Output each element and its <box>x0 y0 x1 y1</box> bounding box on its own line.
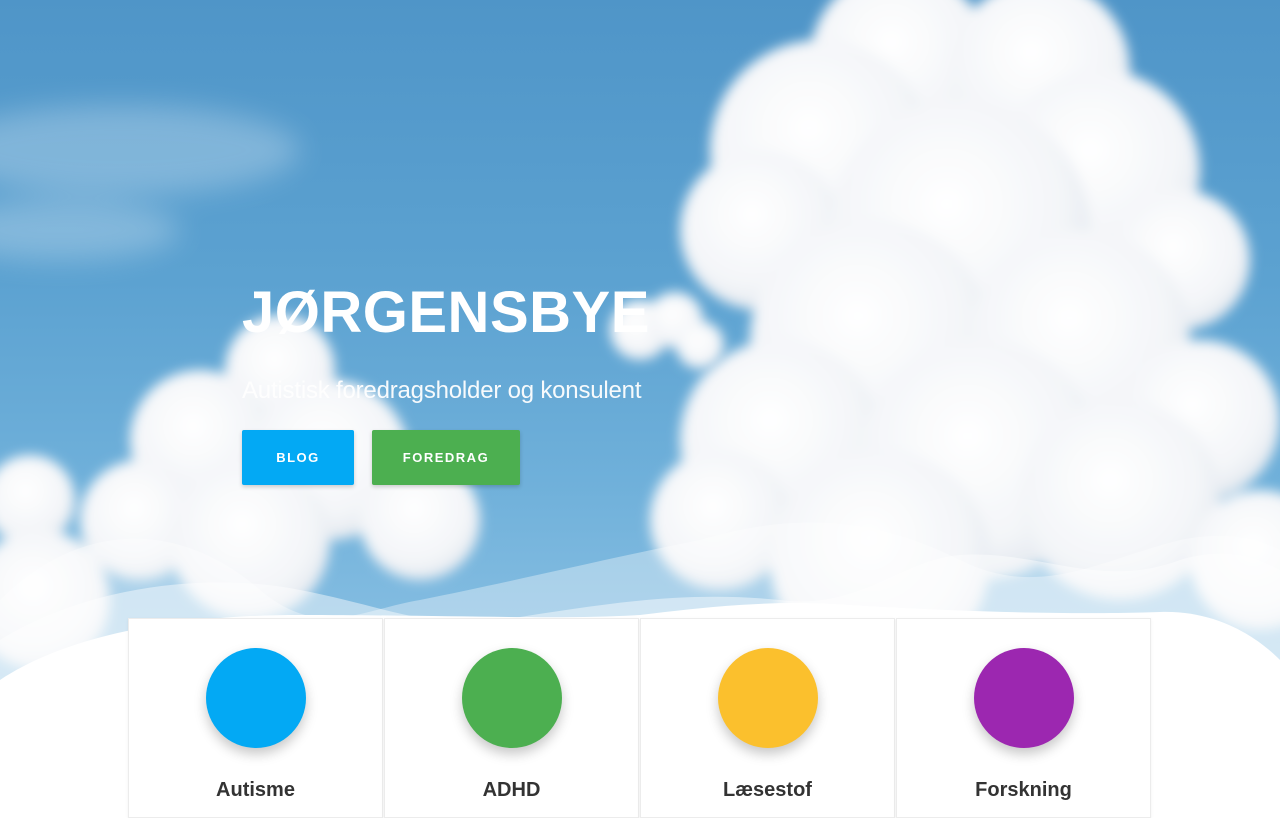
card-adhd[interactable]: ADHD <box>384 618 639 818</box>
hero-buttons: BLOG FOREDRAG <box>242 430 650 485</box>
site-title: JØRGENSBYE <box>242 280 650 345</box>
card-autisme[interactable]: Autisme <box>128 618 383 818</box>
blog-button[interactable]: BLOG <box>242 430 354 485</box>
card-laesestof[interactable]: Læsestof <box>640 618 895 818</box>
card-title: ADHD <box>482 779 541 801</box>
card-forskning[interactable]: Forskning <box>896 618 1151 818</box>
green-circle-icon <box>461 648 562 748</box>
foredrag-button[interactable]: FOREDRAG <box>372 430 520 485</box>
blue-circle-icon <box>205 648 306 748</box>
site-subtitle: Autistisk foredragsholder og konsulent <box>242 377 642 404</box>
card-title: Forskning <box>975 779 1072 801</box>
hero-content: JØRGENSBYE Autistisk foredragsholder og … <box>242 280 650 485</box>
category-cards: Autisme ADHD Læsestof Forskning <box>128 618 1152 818</box>
purple-circle-icon <box>973 648 1074 748</box>
wispy-clouds <box>0 105 300 260</box>
yellow-circle-icon <box>717 648 818 748</box>
card-title: Autisme <box>216 779 295 801</box>
card-title: Læsestof <box>723 779 812 801</box>
